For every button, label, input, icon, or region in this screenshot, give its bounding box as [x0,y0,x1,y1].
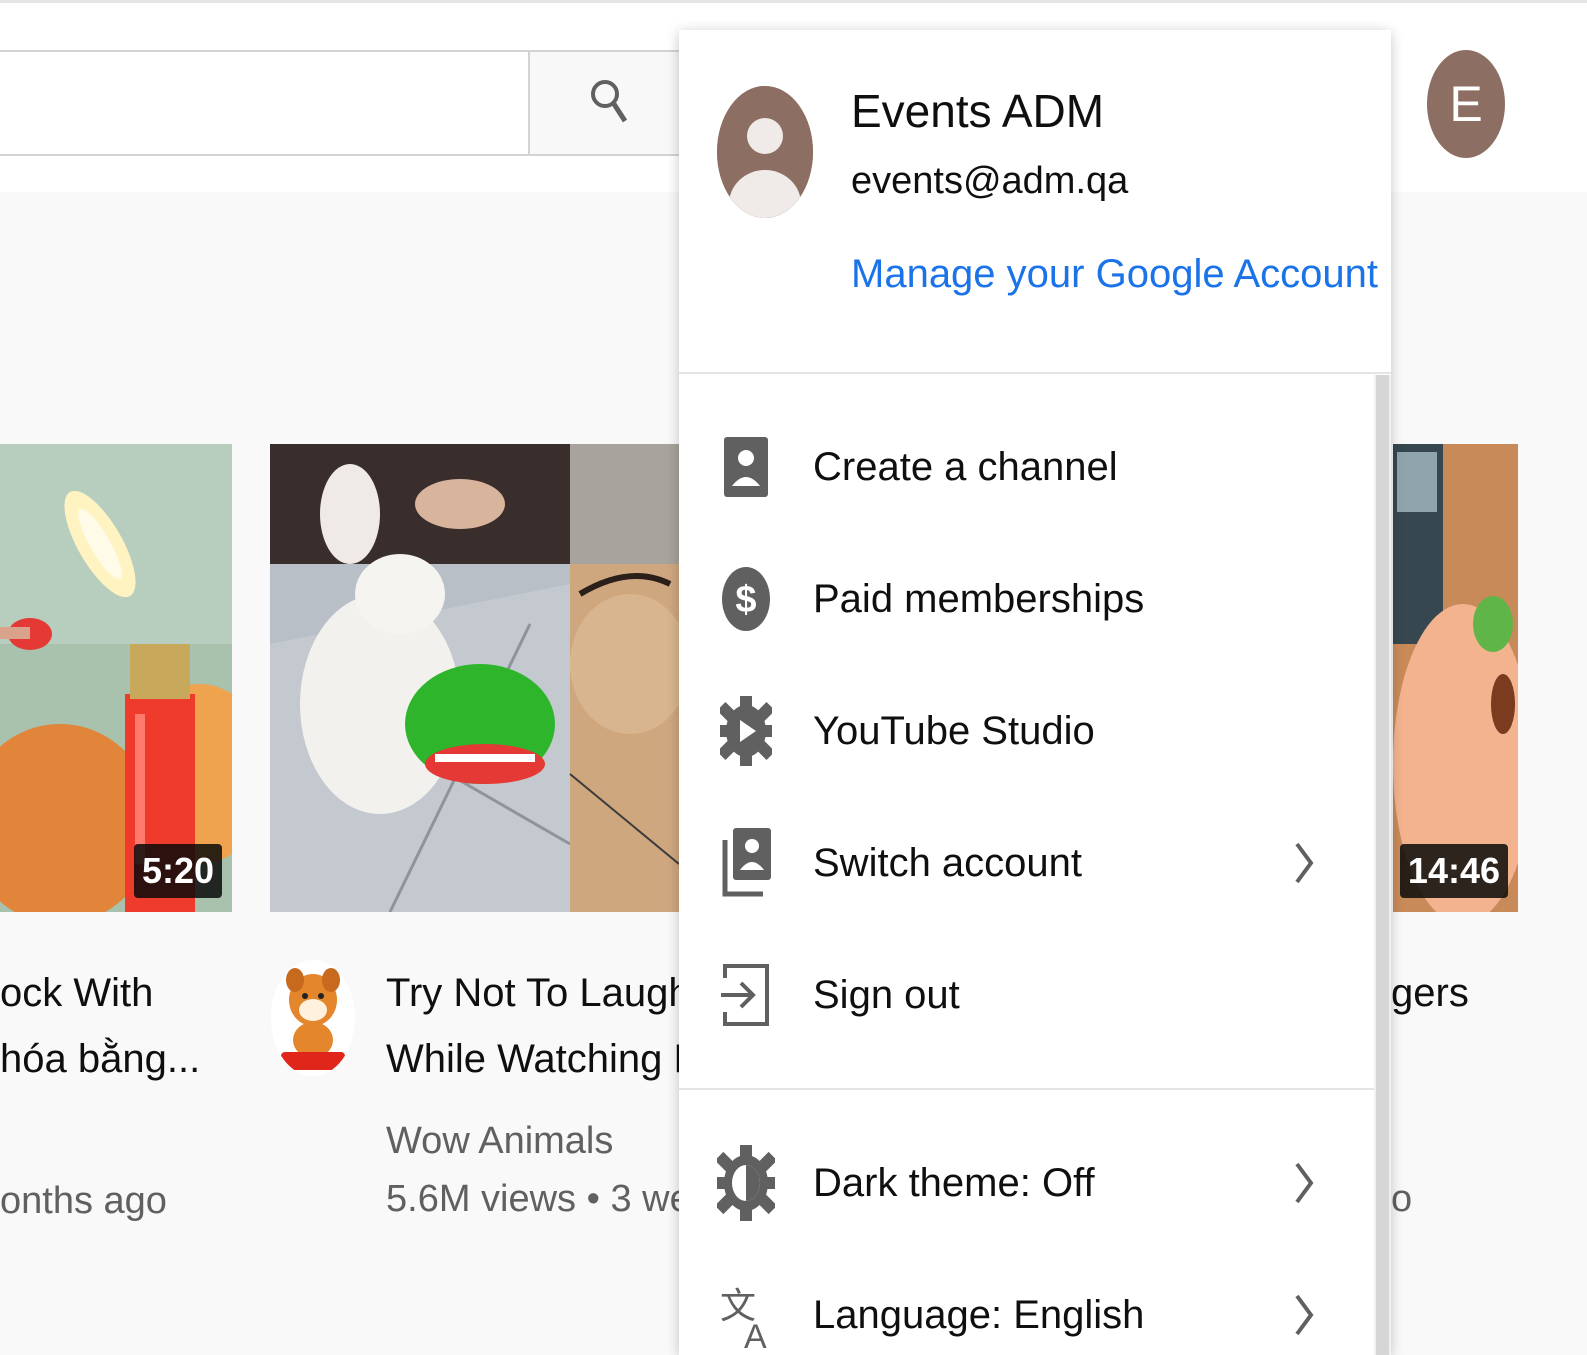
search-button[interactable] [528,50,688,156]
menu-item-dark-theme[interactable]: Dark theme: Off [679,1118,1374,1248]
channel-avatar[interactable] [271,960,355,1076]
video-title-2-line2[interactable]: While Watching Fun [386,1026,679,1092]
video-title-2-line1[interactable]: Try Not To Laugh or [386,960,679,1026]
svg-text:$: $ [735,579,756,621]
person-badge-icon [717,422,775,512]
scrollbar-thumb[interactable] [1376,375,1389,1355]
video-duration: 14:46 [1399,844,1508,898]
account-menu-header: Events ADM events@adm.qa Manage your Goo… [679,30,1391,372]
menu-scrollbar[interactable] [1374,375,1391,1355]
dollar-circle-icon: $ [717,554,775,644]
sign-out-icon [717,950,775,1040]
menu-item-label: YouTube Studio [813,708,1095,753]
video-channel-name[interactable]: Wow Animals [386,1112,679,1170]
search-input[interactable] [0,50,530,156]
video-thumbnail-1[interactable]: 5:20 [0,444,232,912]
menu-item-sign-out[interactable]: Sign out [679,930,1374,1060]
search-icon [588,76,628,131]
menu-item-youtube-studio[interactable]: YouTube Studio [679,666,1374,796]
menu-item-label: Paid memberships [813,576,1145,621]
thumbnail-image [0,444,232,912]
account-email: events@adm.qa [851,160,1129,202]
video-meta-3: o [1391,1178,1413,1220]
dark-theme-icon [717,1138,775,1228]
chevron-right-icon [1289,1153,1319,1213]
video-duration: 5:20 [133,844,222,898]
gear-icon [717,686,775,776]
switch-account-icon [717,818,775,908]
menu-item-label: Dark theme: Off [813,1160,1095,1205]
menu-item-create-channel[interactable]: Create a channel [679,402,1374,532]
menu-divider [679,372,1391,374]
menu-divider [679,1088,1391,1090]
person-avatar-icon [717,86,813,218]
video-title-1-line1[interactable]: ock With [0,960,240,1026]
video-thumbnail-2[interactable] [270,444,679,912]
account-avatar [717,86,813,218]
video-thumbnail-3[interactable]: 14:46 [1393,444,1518,912]
menu-item-switch-account[interactable]: Switch account [679,798,1374,928]
menu-item-label: Language: English [813,1292,1145,1337]
menu-item-language[interactable]: 文A Language: English [679,1250,1374,1355]
manage-account-link[interactable]: Manage your Google Account [851,252,1378,297]
account-name: Events ADM [851,85,1105,137]
translate-icon: 文A [717,1270,775,1355]
chevron-right-icon [1289,1285,1319,1345]
thumbnail-image [270,444,679,912]
menu-item-label: Create a channel [813,444,1118,489]
wow-animals-logo [271,960,355,1076]
video-meta-2: 5.6M views • 3 weel [386,1178,679,1220]
chevron-right-icon [1289,833,1319,893]
menu-item-label: Sign out [813,972,960,1017]
thumbnail-image [1393,444,1518,912]
menu-item-paid-memberships[interactable]: $ Paid memberships [679,534,1374,664]
account-menu: Events ADM events@adm.qa Manage your Goo… [679,30,1391,1355]
video-title-1-line2[interactable]: hóa bằng... [0,1026,240,1092]
video-title-3-line1[interactable]: gers [1391,960,1541,1026]
menu-item-label: Switch account [813,840,1083,885]
svg-text:A: A [744,1318,767,1350]
account-avatar-button[interactable]: E [1427,50,1505,158]
video-meta-1: onths ago [0,1180,167,1222]
